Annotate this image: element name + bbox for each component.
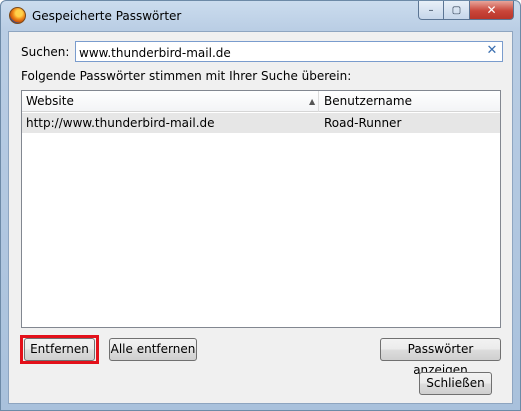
- row-username: Road-Runner: [324, 116, 402, 130]
- match-description: Folgende Passwörter stimmen mit Ihrer Su…: [21, 69, 352, 83]
- list-header: Website ▲ Benutzername: [22, 91, 500, 112]
- search-label: Suchen:: [21, 45, 70, 59]
- remove-all-button[interactable]: Alle entfernen: [109, 338, 197, 361]
- minimize-button[interactable]: –: [418, 1, 444, 20]
- row-website: http://www.thunderbird-mail.de: [26, 116, 215, 130]
- caption-buttons: – ▢ ✕: [418, 1, 514, 21]
- close-button[interactable]: Schließen: [419, 372, 492, 395]
- sort-ascending-icon: ▲: [309, 97, 316, 106]
- password-list[interactable]: Website ▲ Benutzername http://www.thunde…: [21, 90, 501, 328]
- column-header-username[interactable]: Benutzername: [320, 91, 500, 112]
- column-header-website[interactable]: Website: [22, 91, 319, 112]
- close-icon: ✕: [486, 3, 497, 17]
- clear-search-icon[interactable]: ✕: [484, 43, 500, 59]
- remove-button[interactable]: Entfernen: [24, 338, 95, 361]
- minimize-icon: –: [428, 4, 434, 16]
- search-input[interactable]: [75, 41, 503, 62]
- dialog-content: Suchen: ✕ Folgende Passwörter stimmen mi…: [8, 31, 513, 404]
- maximize-icon: ▢: [451, 4, 462, 16]
- show-passwords-button[interactable]: Passwörter anzeigen: [380, 338, 501, 377]
- close-window-button[interactable]: ✕: [470, 1, 514, 20]
- table-row[interactable]: http://www.thunderbird-mail.de Road-Runn…: [22, 113, 500, 133]
- firefox-icon: [9, 7, 26, 24]
- title-bar[interactable]: Gespeicherte Passwörter – ▢ ✕: [1, 1, 520, 31]
- maximize-button[interactable]: ▢: [444, 1, 470, 20]
- window-title: Gespeicherte Passwörter: [32, 9, 182, 23]
- dialog-window: Gespeicherte Passwörter – ▢ ✕ Suchen: ✕ …: [0, 0, 521, 411]
